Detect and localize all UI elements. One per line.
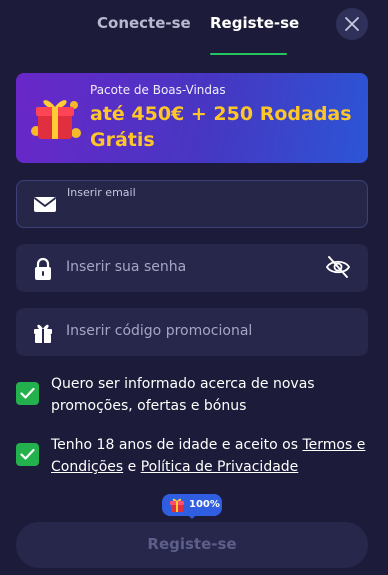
newsletter-checkbox[interactable] bbox=[16, 382, 39, 405]
gift-icon bbox=[170, 498, 184, 512]
close-icon bbox=[345, 17, 359, 31]
promo-code-field[interactable]: Inserir código promocional bbox=[16, 308, 368, 356]
password-field[interactable]: Inserir sua senha bbox=[16, 244, 368, 292]
tab-register[interactable]: Registe-se bbox=[210, 14, 299, 32]
promo-code-placeholder: Inserir código promocional bbox=[66, 323, 253, 339]
privacy-link[interactable]: Política de Privacidade bbox=[141, 459, 299, 475]
password-placeholder: Inserir sua senha bbox=[66, 259, 187, 275]
progress-percent: 100% bbox=[189, 499, 220, 510]
newsletter-label: Quero ser informado acerca de novas prom… bbox=[51, 376, 315, 414]
check-icon bbox=[20, 448, 35, 460]
envelope-icon bbox=[33, 197, 57, 212]
promo-headline: até 450€ + 250 Rodadas Grátis bbox=[90, 103, 352, 151]
eye-off-icon[interactable] bbox=[324, 254, 352, 280]
gift-icon bbox=[31, 100, 81, 139]
welcome-bonus-banner: Pacote de Boas-Vindas até 450€ + 250 Rod… bbox=[16, 73, 368, 163]
auth-tabs: Conecte-se Registe-se bbox=[0, 0, 388, 56]
register-button-label: Registe-se bbox=[147, 535, 237, 553]
tab-login[interactable]: Conecte-se bbox=[97, 14, 191, 32]
email-field[interactable]: Inserir email bbox=[16, 180, 368, 228]
lock-icon bbox=[35, 257, 51, 280]
progress-badge: 100% bbox=[162, 494, 222, 516]
age-terms-prefix: Tenho 18 anos de idade e aceito os bbox=[51, 437, 303, 453]
close-button[interactable] bbox=[336, 8, 368, 40]
email-placeholder: Inserir email bbox=[67, 186, 136, 199]
promo-subtitle: Pacote de Boas-Vindas bbox=[90, 83, 226, 97]
gift-box-icon bbox=[34, 324, 52, 343]
age-terms-checkbox[interactable] bbox=[16, 443, 39, 466]
age-terms-and: e bbox=[123, 459, 141, 475]
age-terms-label: Tenho 18 anos de idade e aceito os Termo… bbox=[51, 434, 371, 478]
active-tab-indicator bbox=[210, 53, 287, 55]
register-button[interactable]: Registe-se bbox=[16, 522, 368, 568]
check-icon bbox=[20, 387, 35, 399]
progress-badge-tail bbox=[187, 514, 197, 519]
